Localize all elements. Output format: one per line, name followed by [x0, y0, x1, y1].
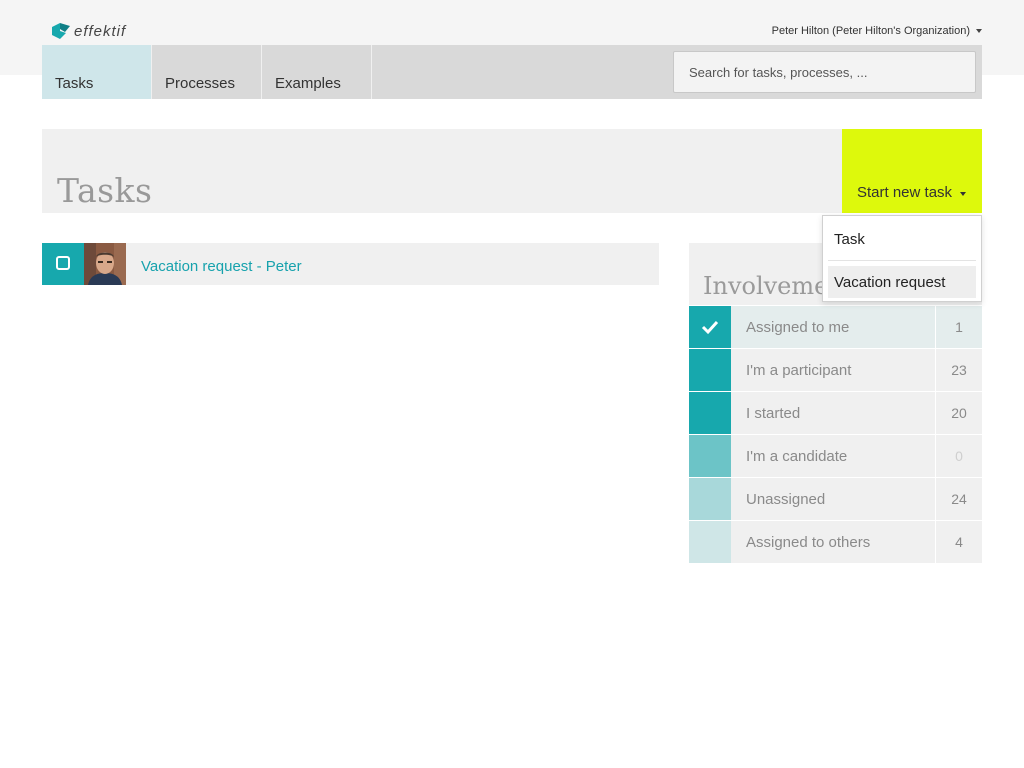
filter-toggle[interactable]: [689, 392, 731, 434]
checkbox-icon: [56, 256, 70, 270]
tab-label: Processes: [165, 75, 236, 92]
task-row[interactable]: Vacation request - Peter: [42, 243, 659, 285]
filter-assigned-to-others[interactable]: Assigned to others 4: [689, 521, 982, 563]
user-menu[interactable]: Peter Hilton (Peter Hilton's Organizatio…: [772, 25, 982, 37]
user-menu-label: Peter Hilton (Peter Hilton's Organizatio…: [771, 25, 970, 37]
filter-i-started[interactable]: I started 20: [689, 392, 982, 434]
dropdown-divider: [828, 260, 976, 261]
filter-count: 24: [935, 478, 982, 520]
filter-count: 0: [935, 435, 982, 477]
dropdown-item-label: Task: [834, 231, 865, 248]
avatar: [84, 243, 126, 285]
chevron-down-icon: [976, 29, 982, 33]
filter-assigned-to-me[interactable]: Assigned to me 1: [689, 306, 982, 348]
filter-label: I'm a participant: [746, 362, 852, 379]
search-input[interactable]: [673, 51, 976, 93]
filter-toggle[interactable]: [689, 435, 731, 477]
tab-tasks[interactable]: Tasks: [42, 45, 152, 99]
filter-label: I'm a candidate: [746, 448, 848, 465]
app-logo[interactable]: effektif: [52, 22, 126, 40]
filter-toggle[interactable]: [689, 521, 731, 563]
chevron-down-icon: [960, 192, 967, 196]
filter-label: Assigned to others: [746, 534, 871, 551]
filter-label: Assigned to me: [746, 319, 850, 336]
start-new-task-button[interactable]: Start new task: [842, 129, 982, 213]
page-title: Tasks: [57, 171, 153, 210]
dropdown-item-vacation-request[interactable]: Vacation request: [828, 266, 976, 298]
start-task-dropdown: Task Vacation request: [822, 215, 982, 302]
dropdown-item-task[interactable]: Task: [828, 223, 976, 255]
filter-count: 23: [935, 349, 982, 391]
filter-count: 1: [935, 306, 982, 348]
filter-candidate[interactable]: I'm a candidate 0: [689, 435, 982, 477]
start-new-task-label: Start new task: [857, 184, 953, 201]
check-icon: [701, 320, 719, 335]
filter-label: I started: [746, 405, 801, 422]
filter-toggle[interactable]: [689, 306, 731, 348]
dropdown-item-label: Vacation request: [834, 274, 946, 291]
filter-count: 4: [935, 521, 982, 563]
filter-label: Unassigned: [746, 491, 826, 508]
tab-label: Tasks: [55, 75, 94, 92]
logo-text: effektif: [74, 22, 127, 40]
filter-participant[interactable]: I'm a participant 23: [689, 349, 982, 391]
tab-examples[interactable]: Examples: [262, 45, 372, 99]
filter-count: 20: [935, 392, 982, 434]
filter-toggle[interactable]: [689, 349, 731, 391]
tab-label: Examples: [275, 75, 341, 92]
logo-mark-icon: [52, 23, 70, 39]
task-title-link[interactable]: Vacation request - Peter: [141, 258, 302, 275]
tab-processes[interactable]: Processes: [152, 45, 262, 99]
page-header: Tasks: [42, 129, 842, 213]
filter-toggle[interactable]: [689, 478, 731, 520]
task-checkbox[interactable]: [42, 243, 84, 285]
filter-unassigned[interactable]: Unassigned 24: [689, 478, 982, 520]
user-photo-icon: [84, 243, 126, 285]
